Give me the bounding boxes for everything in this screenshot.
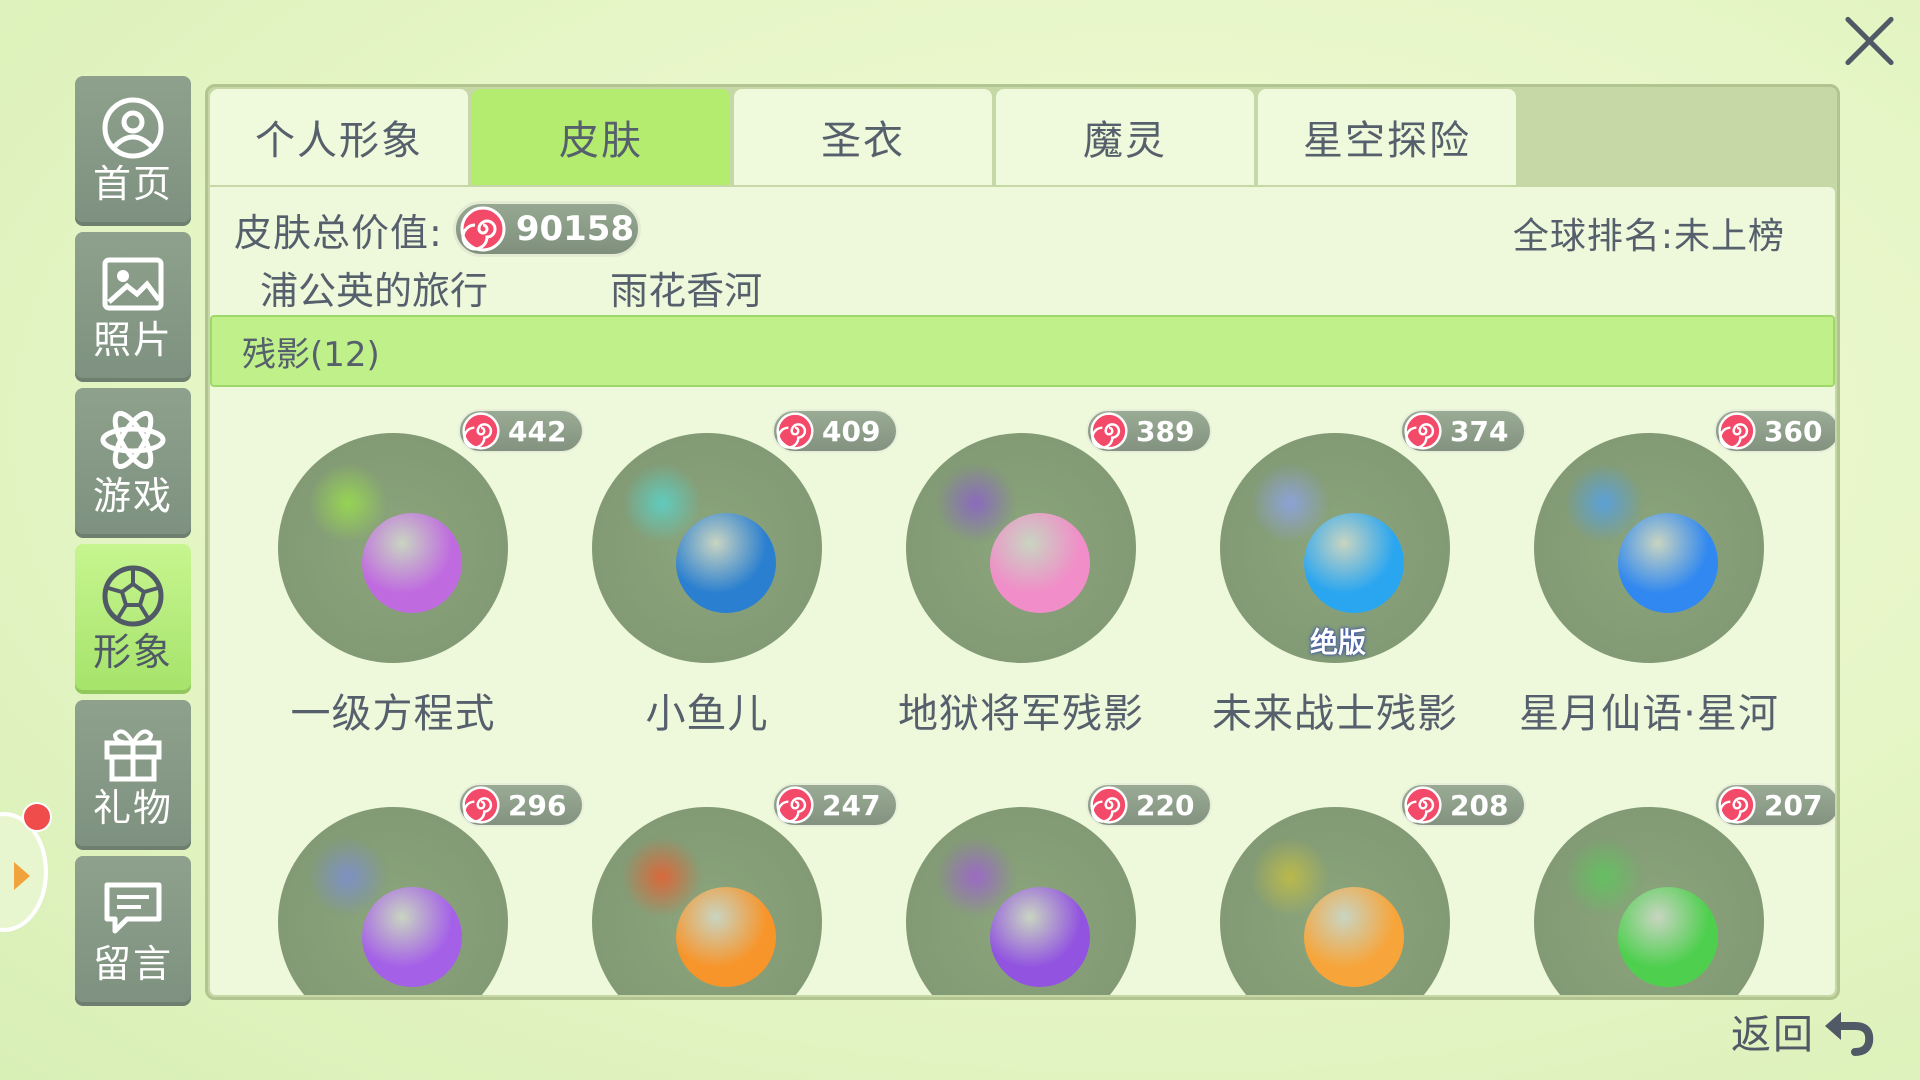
clipped-item-name: 浦公英的旅行 [260,269,489,313]
skin-card[interactable]: 409 小鱼儿 [542,399,898,737]
sidebar-item-appearance[interactable]: 形象 [75,544,191,694]
skin-preview [278,433,508,663]
lollipop-coin-icon [1090,786,1128,824]
skin-preview [1220,807,1450,995]
lollipop-coin-icon [462,786,500,824]
limited-edition-badge: 绝版 [1288,613,1388,669]
message-icon [97,875,169,941]
arrow-right-icon [14,862,30,890]
sidebar-item-label: 首页 [92,162,173,206]
skin-ball [676,513,776,613]
skin-name: 星月仙语·星河 [1519,691,1779,737]
skin-card[interactable]: 220 [856,773,1212,995]
skin-preview [592,433,822,663]
soccer-ball-icon [97,563,169,629]
tab-holy-armor[interactable]: 圣衣 [734,89,992,185]
skin-card[interactable]: 360 星月仙语·星河 [1484,399,1835,737]
tab-spirits[interactable]: 魔灵 [996,89,1254,185]
skin-price-pill: 360 [1714,409,1835,453]
skin-ball [990,887,1090,987]
tab-personal-image[interactable]: 个人形象 [210,89,468,185]
tab-star-adventure[interactable]: 星空探险 [1258,89,1516,185]
sidebar-item-label: 形象 [92,630,173,674]
skin-name: 地狱将军残影 [898,691,1144,737]
tab-skins[interactable]: 皮肤 [472,89,730,185]
back-button[interactable]: 返回 [1731,1002,1875,1060]
sidebar-item-label: 留言 [92,942,173,986]
total-value-label: 皮肤总价值: [234,210,443,255]
lollipop-coin-icon [1718,786,1756,824]
lollipop-coin-icon [462,412,500,450]
notification-dot [22,802,52,832]
lollipop-coin-icon [1404,786,1442,824]
skin-preview [906,433,1136,663]
total-value-pill: 90158 [452,201,641,257]
person-circle-icon [97,95,169,161]
lollipop-coin-icon [460,206,506,252]
skin-preview [592,807,822,995]
skin-price: 207 [1764,788,1823,822]
skin-name: 一级方程式 [290,691,496,737]
skin-card[interactable]: 389 地狱将军残影 [856,399,1212,737]
category-header[interactable]: 残影(12) [210,315,1835,387]
skin-preview [1534,807,1764,995]
lollipop-coin-icon [776,412,814,450]
skin-name: 小鱼儿 [645,691,769,737]
skin-card[interactable]: 374 绝版 未来战士残影 [1170,399,1526,737]
sidebar-item-home[interactable]: 首页 [75,76,191,226]
previous-category-row: 浦公英的旅行 雨花香河 [260,269,872,313]
skin-ball [1304,513,1404,613]
skin-ball [1618,887,1718,987]
skin-price: 360 [1764,414,1823,448]
back-label: 返回 [1731,1012,1815,1058]
skin-ball [1618,513,1718,613]
skin-preview [906,807,1136,995]
atom-icon [97,407,169,473]
total-value-row: 皮肤总价值: 90158 全球排名:未上榜 [210,187,1835,271]
skin-preview [278,807,508,995]
sidebar: 首页 照片 游戏 形象 礼物 留言 [75,76,191,1012]
sidebar-item-gifts[interactable]: 礼物 [75,700,191,850]
tab-bar: 个人形象 皮肤 圣衣 魔灵 星空探险 [210,89,1516,185]
main-panel: 个人形象 皮肤 圣衣 魔灵 星空探险 皮肤总价值: 90158 全球排名:未上榜… [205,84,1840,1000]
skin-preview [1534,433,1764,663]
sidebar-item-photos[interactable]: 照片 [75,232,191,382]
sidebar-item-label: 照片 [92,318,173,362]
skins-content: 皮肤总价值: 90158 全球排名:未上榜 浦公英的旅行 雨花香河 残影(12)… [210,187,1835,995]
skin-card[interactable]: 207 [1484,773,1835,995]
skin-price-pill: 207 [1714,783,1835,827]
skin-card[interactable]: 247 [542,773,898,995]
sidebar-item-messages[interactable]: 留言 [75,856,191,1006]
skin-card[interactable]: 208 [1170,773,1526,995]
total-value-amount: 90158 [515,209,635,249]
sidebar-item-label: 游戏 [92,474,173,518]
skin-ball [1304,887,1404,987]
clipped-item-name: 雨花香河 [610,269,763,313]
return-arrow-icon [1825,1012,1874,1056]
skin-card[interactable]: 296 [228,773,584,995]
photo-icon [97,251,169,317]
lollipop-coin-icon [1718,412,1756,450]
lollipop-coin-icon [776,786,814,824]
skin-ball [990,513,1090,613]
skin-ball [362,887,462,987]
skin-name: 未来战士残影 [1212,691,1458,737]
skin-ball [676,887,776,987]
sidebar-item-games[interactable]: 游戏 [75,388,191,538]
skin-card[interactable]: 442 一级方程式 [228,399,584,737]
lollipop-coin-icon [1090,412,1128,450]
close-icon[interactable] [1840,12,1898,70]
lollipop-coin-icon [1404,412,1442,450]
sidebar-item-label: 礼物 [92,786,173,830]
skin-ball [362,513,462,613]
gift-icon [97,719,169,785]
global-rank: 全球排名:未上榜 [1512,216,1785,257]
